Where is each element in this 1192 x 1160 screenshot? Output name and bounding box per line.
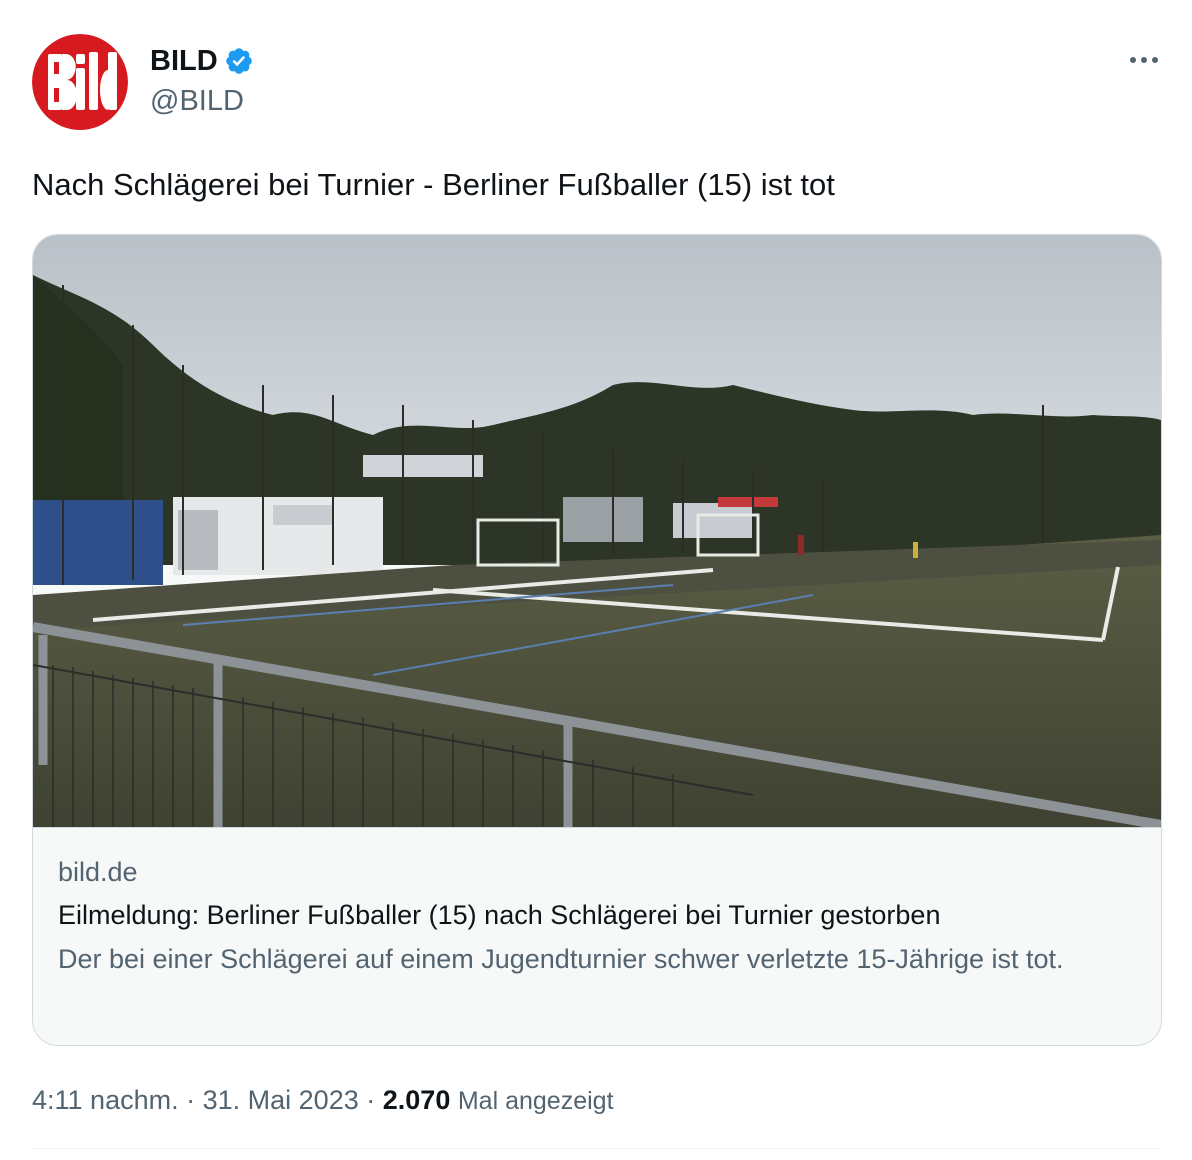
tweet: BILD @BILD Nach Schlägerei bei Turnier -… bbox=[0, 0, 1192, 1160]
card-body[interactable]: bild.de Eilmeldung: Berliner Fußballer (… bbox=[33, 827, 1161, 1045]
views-count[interactable]: 2.070 bbox=[383, 1085, 451, 1115]
account-handle[interactable]: @BILD bbox=[150, 84, 244, 118]
bild-logo-icon bbox=[32, 34, 128, 130]
card-image[interactable] bbox=[33, 235, 1161, 827]
link-preview-card[interactable]: bild.de Eilmeldung: Berliner Fußballer (… bbox=[32, 234, 1162, 1046]
dot bbox=[1141, 57, 1147, 63]
tweet-date[interactable]: 31. Mai 2023 bbox=[203, 1085, 359, 1115]
dot bbox=[1152, 57, 1158, 63]
meta-separator: · bbox=[186, 1085, 196, 1115]
meta-separator: · bbox=[366, 1085, 376, 1115]
display-name[interactable]: BILD bbox=[150, 44, 218, 78]
more-dots-icon[interactable] bbox=[1124, 48, 1164, 72]
card-description: Der bei einer Schlägerei auf einem Jugen… bbox=[58, 944, 1064, 974]
views-label: Mal angezeigt bbox=[457, 1087, 614, 1115]
card-domain: bild.de bbox=[58, 857, 138, 887]
verified-badge-icon[interactable] bbox=[224, 46, 254, 76]
tweet-time[interactable]: 4:11 nachm. bbox=[32, 1085, 179, 1115]
dot bbox=[1130, 57, 1136, 63]
account-name-row[interactable]: BILD bbox=[150, 44, 254, 78]
avatar[interactable] bbox=[32, 34, 128, 130]
card-title: Eilmeldung: Berliner Fußballer (15) nach… bbox=[58, 900, 941, 930]
tweet-text: Nach Schlägerei bei Turnier - Berliner F… bbox=[32, 167, 835, 202]
tweet-meta: 4:11 nachm. · 31. Mai 2023 · 2.070 Mal a… bbox=[32, 1083, 614, 1118]
divider bbox=[32, 1148, 1162, 1149]
